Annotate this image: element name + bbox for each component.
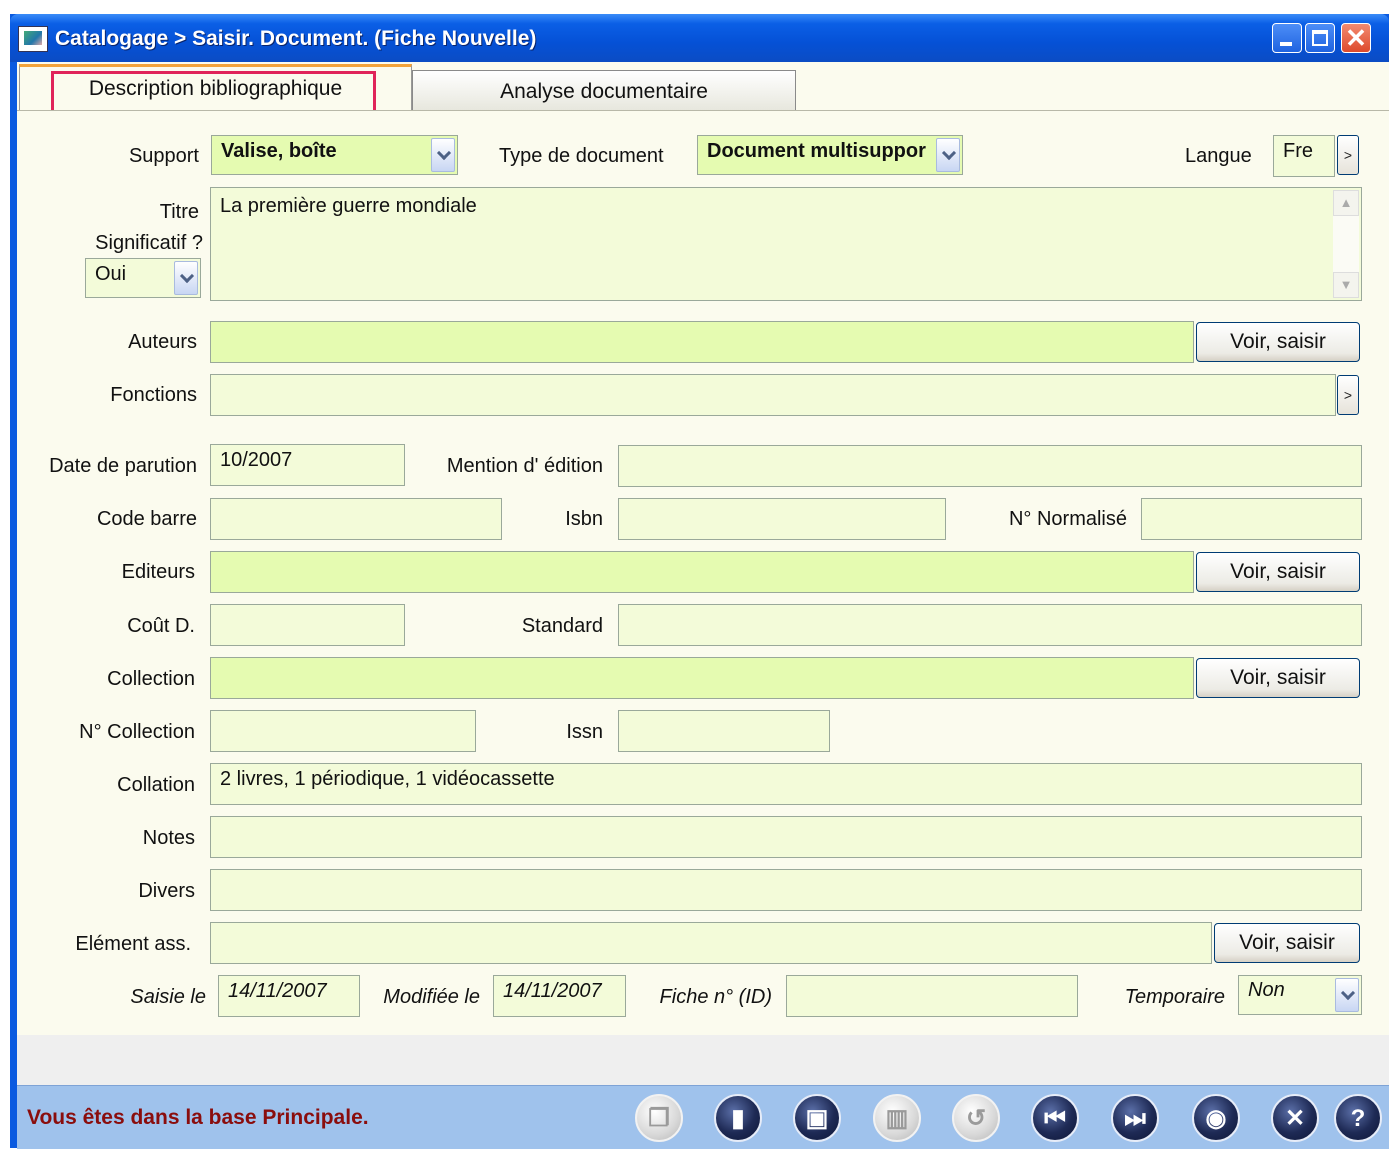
- element-label: Elément ass.: [75, 933, 191, 955]
- scroll-down-icon[interactable]: ▼: [1333, 272, 1359, 298]
- temporaire-value: Non: [1248, 979, 1285, 1001]
- collation-label: Collation: [117, 774, 195, 796]
- save-icon[interactable]: ▣: [793, 1094, 841, 1142]
- support-value: Valise, boîte: [221, 140, 337, 162]
- significatif-select[interactable]: Oui: [85, 258, 201, 298]
- auteurs-label: Auteurs: [128, 331, 197, 353]
- fiche-label: Fiche n° (ID): [659, 986, 772, 1008]
- chevron-down-icon[interactable]: [936, 138, 960, 172]
- collation-field[interactable]: 2 livres, 1 périodique, 1 vidéocassette: [210, 763, 1362, 805]
- support-select[interactable]: Valise, boîte: [211, 135, 458, 175]
- tab-strip: Analyse documentaire Description bibliog…: [17, 62, 1389, 137]
- tab-description-bibliographique[interactable]: Description bibliographique: [19, 64, 412, 114]
- code-barre-field[interactable]: [210, 498, 502, 540]
- minimize-icon: [1280, 42, 1292, 46]
- view-icon[interactable]: ◉: [1192, 1094, 1240, 1142]
- normalise-label: N° Normalisé: [1008, 508, 1127, 530]
- temporaire-select[interactable]: Non: [1238, 975, 1362, 1015]
- langue-more-button[interactable]: >: [1337, 135, 1359, 175]
- last-record-icon[interactable]: ⏭: [1111, 1094, 1159, 1142]
- fiche-field: [786, 975, 1078, 1017]
- n-collection-label: N° Collection: [79, 721, 195, 743]
- notes-field[interactable]: [210, 816, 1362, 858]
- type-document-label: Type de document: [499, 145, 664, 167]
- mention-edition-field[interactable]: [618, 445, 1362, 487]
- standard-field[interactable]: [618, 604, 1362, 646]
- n-collection-field[interactable]: [210, 710, 476, 752]
- issn-label: Issn: [566, 721, 603, 743]
- element-voir-saisir-button[interactable]: Voir, saisir: [1214, 923, 1360, 963]
- copy-icon[interactable]: ❐: [635, 1094, 683, 1142]
- maximize-icon: [1312, 30, 1328, 46]
- delete-icon[interactable]: ▥: [873, 1094, 921, 1142]
- close-icon: ✕: [1345, 23, 1367, 53]
- element-field[interactable]: [210, 922, 1212, 964]
- modifiee-label: Modifiée le: [383, 986, 480, 1008]
- editeurs-label: Editeurs: [121, 561, 195, 583]
- isbn-label: Isbn: [565, 508, 603, 530]
- titre-value: La première guerre mondiale: [220, 195, 477, 217]
- isbn-field[interactable]: [618, 498, 946, 540]
- normalise-field[interactable]: [1141, 498, 1362, 540]
- collection-label: Collection: [107, 668, 195, 690]
- date-parution-field[interactable]: 10/2007: [210, 444, 405, 486]
- book-icon[interactable]: ▮: [714, 1094, 762, 1142]
- support-label: Support: [128, 145, 199, 167]
- app-window: Catalogage > Saisir. Document. (Fiche No…: [10, 14, 1389, 1149]
- client-area: Analyse documentaire Description bibliog…: [17, 62, 1389, 1149]
- titre-label: Titre: [159, 201, 199, 223]
- status-text: Vous êtes dans la base Principale.: [27, 1106, 369, 1129]
- collection-field[interactable]: [210, 657, 1194, 699]
- fonctions-field[interactable]: [210, 374, 1336, 416]
- divers-field[interactable]: [210, 869, 1362, 911]
- chevron-down-icon[interactable]: [1335, 978, 1359, 1012]
- first-record-icon[interactable]: ⏮: [1031, 1094, 1079, 1142]
- notes-label: Notes: [142, 827, 195, 849]
- editeurs-field[interactable]: [210, 551, 1194, 593]
- fonctions-more-button[interactable]: >: [1337, 375, 1359, 415]
- date-parution-label: Date de parution: [49, 455, 197, 477]
- scroll-up-icon[interactable]: ▲: [1333, 190, 1359, 216]
- type-document-value: Document multisuppor: [707, 140, 926, 162]
- editeurs-voir-saisir-button[interactable]: Voir, saisir: [1196, 552, 1360, 592]
- fonctions-label: Fonctions: [110, 384, 197, 406]
- standard-label: Standard: [521, 615, 603, 637]
- modifiee-field: 14/11/2007: [493, 975, 626, 1017]
- close-icon[interactable]: ✕: [1271, 1094, 1319, 1142]
- minimize-button[interactable]: [1272, 23, 1302, 53]
- chevron-down-icon[interactable]: [431, 138, 455, 172]
- temporaire-label: Temporaire: [1124, 986, 1225, 1008]
- type-document-select[interactable]: Document multisuppor: [697, 135, 963, 175]
- close-window-button[interactable]: ✕: [1341, 23, 1371, 53]
- window-title: Catalogage > Saisir. Document. (Fiche No…: [55, 27, 537, 50]
- issn-field[interactable]: [618, 710, 830, 752]
- significatif-label: Significatif ?: [95, 232, 203, 254]
- saisie-field: 14/11/2007: [218, 975, 360, 1017]
- collection-voir-saisir-button[interactable]: Voir, saisir: [1196, 658, 1360, 698]
- titre-scrollbar[interactable]: ▲ ▼: [1333, 190, 1359, 298]
- undo-icon[interactable]: ↺: [952, 1094, 1000, 1142]
- app-icon: [18, 26, 48, 52]
- auteurs-voir-saisir-button[interactable]: Voir, saisir: [1196, 322, 1360, 362]
- langue-field[interactable]: Fre: [1273, 135, 1335, 177]
- chevron-down-icon[interactable]: [174, 261, 198, 295]
- cout-field[interactable]: [210, 604, 405, 646]
- status-bar: Vous êtes dans la base Principale. ❐ ▮ ▣…: [17, 1085, 1389, 1149]
- titre-textarea[interactable]: La première guerre mondiale ▲ ▼: [210, 187, 1362, 301]
- significatif-value: Oui: [95, 263, 127, 285]
- cout-label: Coût D.: [127, 615, 195, 637]
- tab-analyse-documentaire[interactable]: Analyse documentaire: [412, 70, 796, 112]
- help-icon[interactable]: ?: [1334, 1094, 1382, 1142]
- code-barre-label: Code barre: [96, 508, 197, 530]
- mention-edition-label: Mention d' édition: [446, 455, 603, 477]
- maximize-button[interactable]: [1305, 23, 1335, 53]
- langue-label: Langue: [1185, 145, 1252, 167]
- auteurs-field[interactable]: [210, 321, 1194, 363]
- title-bar[interactable]: Catalogage > Saisir. Document. (Fiche No…: [10, 14, 1389, 62]
- saisie-label: Saisie le: [130, 986, 206, 1008]
- divers-label: Divers: [138, 880, 195, 902]
- form-panel: Support Valise, boîte Type de document D…: [17, 110, 1389, 1035]
